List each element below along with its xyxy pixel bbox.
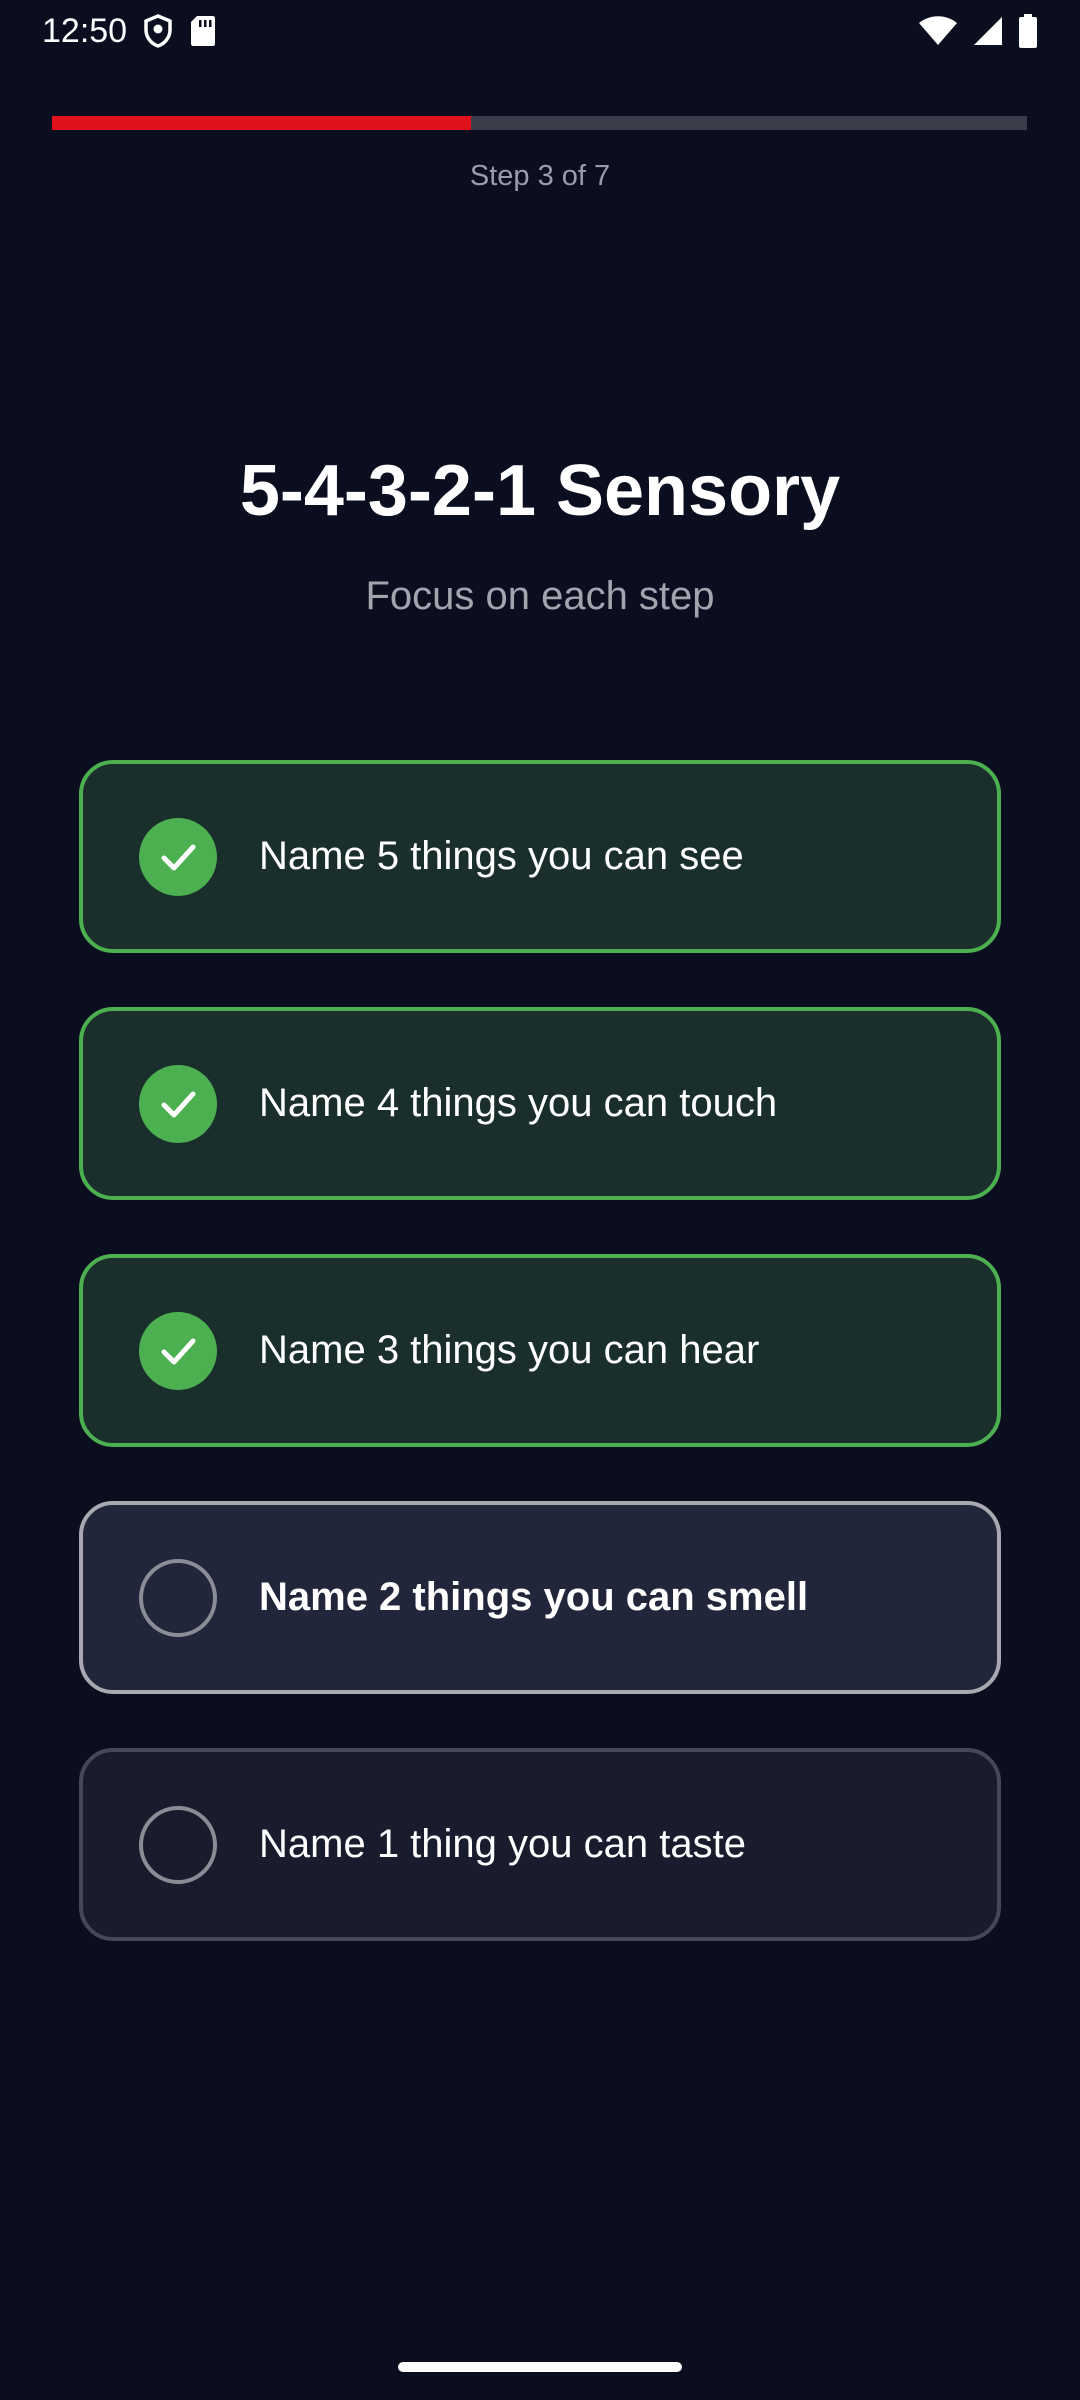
screen: 12:50 Step 3 of 7 5-4-3-2-1 Sensory Focu… — [0, 0, 1080, 2400]
step-card-see[interactable]: Name 5 things you can see — [79, 760, 1001, 953]
check-circle-icon — [139, 1311, 217, 1390]
step-label: Name 3 things you can hear — [259, 1328, 760, 1372]
empty-circle-icon — [139, 1805, 217, 1884]
step-card-hear[interactable]: Name 3 things you can hear — [79, 1254, 1001, 1447]
status-time: 12:50 — [42, 11, 128, 50]
progress-fill — [52, 116, 472, 130]
shield-icon — [143, 14, 173, 48]
step-counter: Step 3 of 7 — [469, 160, 611, 192]
step-card-taste[interactable]: Name 1 thing you can taste — [79, 1748, 1001, 1941]
battery-icon — [1018, 14, 1038, 48]
progress-bar — [52, 116, 1027, 130]
sd-card-icon — [189, 14, 217, 48]
check-circle-icon — [139, 1064, 217, 1143]
status-bar: 12:50 — [0, 0, 1080, 62]
step-list: Name 5 things you can see Name 4 things … — [79, 760, 1001, 1995]
empty-circle-icon — [139, 1558, 217, 1637]
step-label: Name 5 things you can see — [259, 834, 744, 878]
cell-signal-icon — [972, 15, 1004, 47]
status-right — [918, 14, 1038, 48]
gesture-nav-handle[interactable] — [398, 2362, 682, 2372]
status-left: 12:50 — [42, 12, 217, 51]
step-card-touch[interactable]: Name 4 things you can touch — [79, 1007, 1001, 1200]
step-card-smell[interactable]: Name 2 things you can smell — [79, 1501, 1001, 1694]
page-title: 5-4-3-2-1 Sensory — [239, 451, 841, 531]
step-label: Name 4 things you can touch — [259, 1081, 778, 1125]
check-circle-icon — [139, 817, 217, 896]
step-label: Name 1 thing you can taste — [259, 1822, 746, 1866]
page-subtitle: Focus on each step — [365, 574, 715, 618]
step-label: Name 2 things you can smell — [259, 1575, 809, 1619]
wifi-icon — [918, 15, 958, 47]
